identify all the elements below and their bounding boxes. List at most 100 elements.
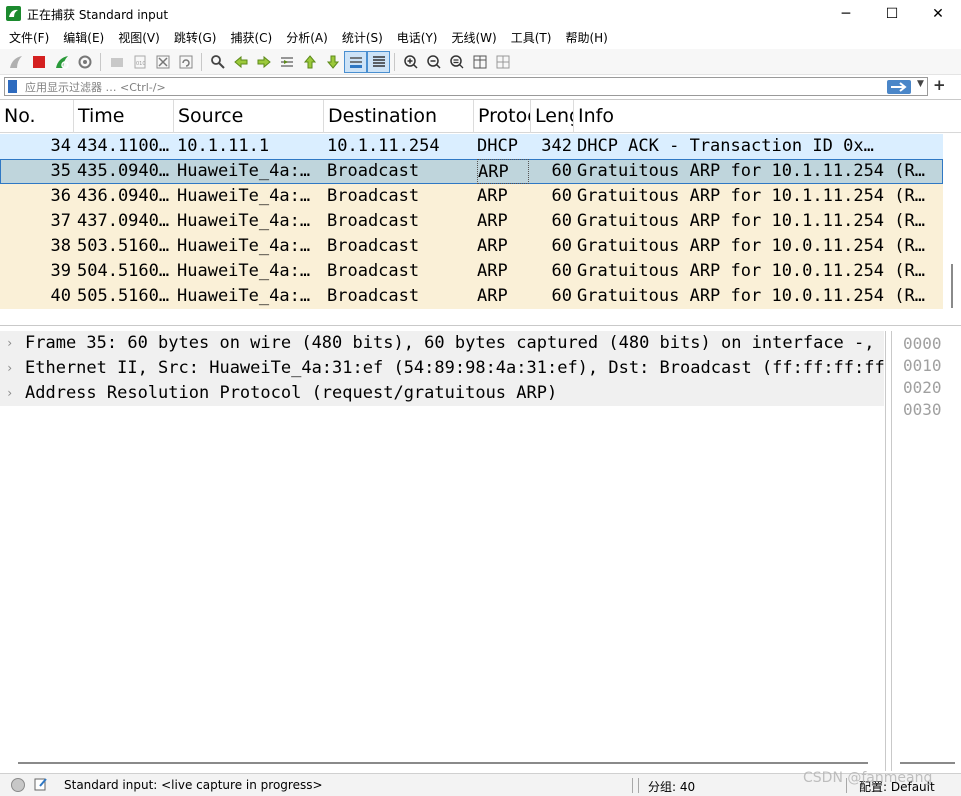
menu-telephony[interactable]: 电话(Y) — [391, 27, 444, 49]
menu-bar: 文件(F) 编辑(E) 视图(V) 跳转(G) 捕获(C) 分析(A) 统计(S… — [0, 27, 961, 49]
column-source[interactable]: Source — [174, 100, 324, 133]
capture-status-led-icon[interactable] — [11, 778, 25, 792]
expand-chevron-icon[interactable]: › — [6, 381, 13, 406]
menu-statistics[interactable]: 统计(S) — [336, 27, 389, 49]
restart-capture-icon[interactable] — [50, 51, 73, 73]
menu-tools[interactable]: 工具(T) — [505, 27, 558, 49]
cell-length: 60 — [551, 236, 572, 256]
close-file-icon[interactable] — [151, 51, 174, 73]
byte-offset: 0010 — [903, 356, 942, 375]
display-filter-bar: ▼ + — [0, 76, 961, 98]
detail-text: Ethernet II, Src: HuaweiTe_4a:31:ef (54:… — [25, 358, 884, 378]
auto-scroll-icon[interactable] — [344, 50, 367, 73]
cell-length: 60 — [551, 161, 572, 181]
cell-length: 60 — [551, 186, 572, 206]
menu-help[interactable]: 帮助(H) — [559, 27, 613, 49]
menu-edit[interactable]: 编辑(E) — [57, 27, 110, 49]
column-info[interactable]: Info — [574, 100, 961, 133]
packet-list-header: No. Time Source Destination Protocol Len… — [0, 100, 961, 133]
capture-options-icon[interactable] — [73, 51, 96, 73]
cell-protocol: DHCP — [477, 136, 518, 156]
packet-row[interactable]: 40 505.5160… HuaweiTe_4a:… Broadcast ARP 60 Gr… — [0, 284, 943, 309]
minimize-button[interactable]: ─ — [823, 0, 869, 27]
find-packet-icon[interactable] — [206, 51, 229, 73]
zoom-out-icon[interactable] — [422, 51, 445, 73]
cell-protocol: ARP — [477, 159, 529, 184]
cell-info: Gratuitous ARP for 10.0.11.254 (R… — [577, 236, 925, 256]
detail-text: Frame 35: 60 bytes on wire (480 bits), 6… — [25, 333, 875, 353]
cell-source: HuaweiTe_4a:… — [177, 186, 311, 206]
reload-file-icon[interactable] — [174, 51, 197, 73]
cell-info: Gratuitous ARP for 10.0.11.254 (R… — [577, 286, 925, 306]
bytes-horizontal-scrollbar[interactable] — [900, 762, 955, 764]
menu-wireless[interactable]: 无线(W) — [446, 27, 503, 49]
packet-details: › Frame 35: 60 bytes on wire (480 bits),… — [0, 331, 886, 771]
go-last-icon[interactable] — [321, 51, 344, 73]
apply-filter-arrow-icon[interactable] — [887, 80, 911, 94]
open-file-icon[interactable] — [105, 51, 128, 73]
cell-destination: 10.1.11.254 — [327, 136, 440, 156]
display-filter-box: ▼ — [4, 77, 928, 96]
menu-capture[interactable]: 捕获(C) — [224, 27, 278, 49]
detail-row-arp[interactable]: › Address Resolution Protocol (request/g… — [0, 381, 884, 406]
colorize-icon[interactable] — [367, 50, 390, 73]
packet-list-scrollbar[interactable] — [943, 134, 961, 325]
column-destination[interactable]: Destination — [324, 100, 474, 133]
cell-no: 35 — [50, 161, 71, 181]
zoom-in-icon[interactable] — [399, 51, 422, 73]
go-to-packet-icon[interactable] — [275, 51, 298, 73]
cell-time: 505.5160… — [77, 286, 170, 306]
menu-go[interactable]: 跳转(G) — [168, 27, 223, 49]
packet-row[interactable]: 35 435.0940… HuaweiTe_4a:… Broadcast ARP 60 Gr… — [0, 159, 943, 184]
zoom-normal-icon[interactable] — [445, 51, 468, 73]
resize-columns-icon[interactable] — [468, 51, 491, 73]
close-button[interactable]: ✕ — [915, 0, 961, 27]
filter-dropdown-icon[interactable]: ▼ — [917, 79, 924, 89]
cell-length: 60 — [551, 261, 572, 281]
shark-fin-start-icon[interactable] — [4, 51, 27, 73]
cell-source: HuaweiTe_4a:… — [177, 286, 311, 306]
packet-row[interactable]: 36 436.0940… HuaweiTe_4a:… Broadcast ARP 60 Gr… — [0, 184, 943, 209]
detail-row-ethernet[interactable]: › Ethernet II, Src: HuaweiTe_4a:31:ef (5… — [0, 356, 884, 381]
layout-icon[interactable] — [491, 51, 514, 73]
cell-length: 60 — [551, 211, 572, 231]
cell-destination: Broadcast — [327, 211, 420, 231]
cell-info: Gratuitous ARP for 10.0.11.254 (R… — [577, 261, 925, 281]
column-length[interactable]: Length — [531, 100, 574, 133]
column-protocol[interactable]: Protocol — [474, 100, 531, 133]
column-time[interactable]: Time — [74, 100, 174, 133]
go-back-icon[interactable] — [229, 51, 252, 73]
column-no[interactable]: No. — [0, 100, 74, 133]
menu-analyze[interactable]: 分析(A) — [280, 27, 334, 49]
byte-offset: 0020 — [903, 378, 942, 397]
packet-rows: 34 434.1100… 10.1.11.1 10.1.11.254 DHCP 342 DH… — [0, 134, 943, 309]
display-filter-input[interactable] — [25, 79, 865, 95]
packet-row[interactable]: 38 503.5160… HuaweiTe_4a:… Broadcast ARP 60 Gr… — [0, 234, 943, 259]
cell-destination: Broadcast — [327, 261, 420, 281]
edit-comment-icon[interactable] — [34, 777, 48, 791]
save-file-icon[interactable]: 010 — [128, 51, 151, 73]
cell-protocol: ARP — [477, 186, 508, 206]
bookmark-icon[interactable] — [8, 80, 17, 93]
packet-row[interactable]: 37 437.0940… HuaweiTe_4a:… Broadcast ARP 60 Gr… — [0, 209, 943, 234]
add-filter-button-icon[interactable]: + — [933, 76, 946, 94]
detail-row-frame[interactable]: › Frame 35: 60 bytes on wire (480 bits),… — [0, 331, 884, 356]
stop-capture-icon[interactable] — [27, 51, 50, 73]
go-first-icon[interactable] — [298, 51, 321, 73]
expand-chevron-icon[interactable]: › — [6, 331, 13, 356]
menu-file[interactable]: 文件(F) — [3, 27, 55, 49]
cell-source: HuaweiTe_4a:… — [177, 261, 311, 281]
svg-text:010: 010 — [136, 61, 146, 67]
cell-info: Gratuitous ARP for 10.1.11.254 (R… — [577, 211, 925, 231]
details-horizontal-scrollbar[interactable] — [18, 762, 868, 764]
expand-chevron-icon[interactable]: › — [6, 356, 13, 381]
window-title: 正在捕获 Standard input — [27, 8, 169, 22]
cell-info: Gratuitous ARP for 10.1.11.254 (R… — [577, 186, 925, 206]
go-forward-icon[interactable] — [252, 51, 275, 73]
maximize-button[interactable]: ☐ — [869, 0, 915, 27]
scrollbar-thumb[interactable] — [951, 264, 953, 308]
packet-row[interactable]: 39 504.5160… HuaweiTe_4a:… Broadcast ARP 60 Gr… — [0, 259, 943, 284]
packet-row[interactable]: 34 434.1100… 10.1.11.1 10.1.11.254 DHCP 342 DH… — [0, 134, 943, 159]
menu-view[interactable]: 视图(V) — [112, 27, 166, 49]
cell-no: 36 — [50, 186, 71, 206]
